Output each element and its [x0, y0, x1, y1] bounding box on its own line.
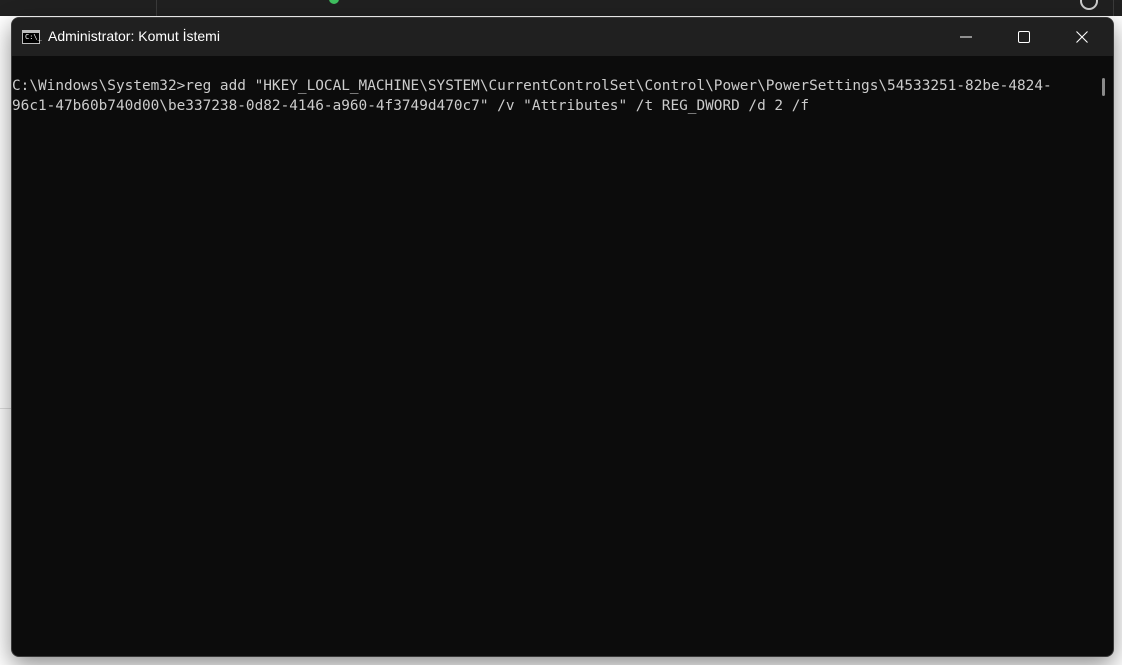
window-titlebar[interactable]: C:\_ Administrator: Komut İstemi: [12, 18, 1113, 56]
window-title: Administrator: Komut İstemi: [48, 28, 220, 44]
cmd-icon-glyph: C:\_: [25, 33, 42, 41]
minimize-button[interactable]: [937, 18, 995, 56]
close-icon: [1076, 31, 1088, 43]
console-line: 96c1-47b60b740d00\be337238-0d82-4146-a96…: [12, 98, 810, 114]
command-prompt-window[interactable]: C:\_ Administrator: Komut İstemi C:\Wind…: [11, 17, 1114, 657]
minimize-icon: [960, 36, 972, 38]
cmd-icon[interactable]: C:\_: [22, 30, 42, 44]
close-button[interactable]: [1053, 18, 1111, 56]
background-tab-active[interactable]: [157, 0, 1114, 16]
background-browser-tabstrip: [0, 0, 1122, 16]
console-output[interactable]: C:\Windows\System32>reg add "HKEY_LOCAL_…: [12, 56, 1097, 656]
console-line: C:\Windows\System32>reg add "HKEY_LOCAL_…: [12, 78, 1052, 94]
maximize-icon: [1018, 31, 1030, 43]
vertical-scrollbar[interactable]: [1102, 78, 1105, 96]
background-tab[interactable]: [0, 0, 157, 16]
maximize-button[interactable]: [995, 18, 1053, 56]
tab-favicon-icon: [329, 0, 339, 4]
